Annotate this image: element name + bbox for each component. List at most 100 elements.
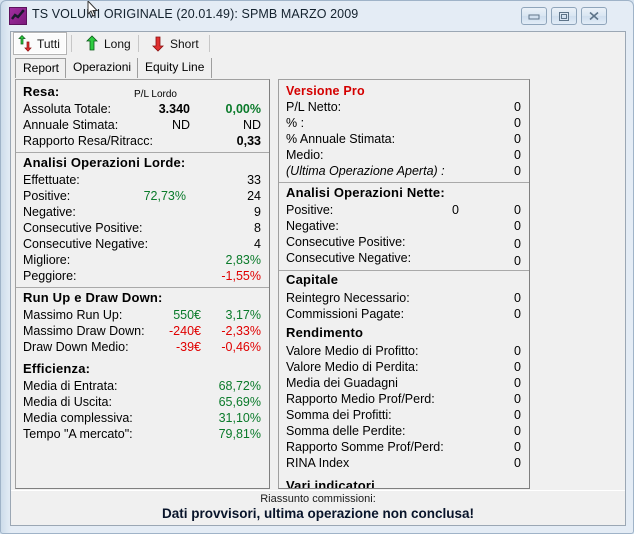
minimize-button[interactable]: [521, 7, 547, 25]
status-footer: Riassunto commissioni: Dati provvisori, …: [11, 490, 625, 525]
row-label-media-dei-guadagni: Media dei Guadagni: [286, 376, 398, 390]
row-value-assoluta-totale: 0,00%: [225, 102, 261, 116]
toolbar-separator-3: [209, 35, 210, 52]
group-header-efficienza: Efficienza:: [23, 361, 91, 376]
row-label-valore-medio-profitto: Valore Medio di Profitto:: [286, 344, 419, 358]
row-label-massimo-run-up: Massimo Run Up:: [23, 308, 123, 322]
row-label-nette-positive: Positive:: [286, 203, 334, 217]
row-value-peggiore: -1,55%: [221, 269, 261, 283]
row-value-nette-negative: 0: [514, 219, 521, 233]
row-value-nette-positive: 0: [514, 203, 521, 217]
row-label-somma-delle-perdite: Somma delle Perdite:: [286, 424, 406, 438]
row-label-positive: Positive:: [23, 189, 71, 203]
row-label-commissioni-pagate: Commissioni Pagate:: [286, 307, 405, 321]
row-label-nette-negative: Negative:: [286, 219, 339, 233]
row-label-valore-medio-perdita: Valore Medio di Perdita:: [286, 360, 419, 374]
application-window: TS VOLUMI ORIGINALE (20.01.49): SPMB MAR…: [0, 0, 634, 534]
row-value-rapporto-somme-prof-perd: 0: [514, 440, 521, 454]
toolbar-button-short[interactable]: Short: [147, 32, 205, 55]
footer-subtitle: Riassunto commissioni:: [260, 493, 376, 505]
window-title: TS VOLUMI ORIGINALE (20.01.49): SPMB MAR…: [32, 7, 359, 21]
toolbar-button-short-label: Short: [170, 36, 199, 51]
chart-line-icon: [9, 7, 27, 25]
title-bar: TS VOLUMI ORIGINALE (20.01.49): SPMB MAR…: [1, 0, 634, 31]
row-value-annuale-stimata: ND: [242, 118, 261, 132]
tab-equity-line[interactable]: Equity Line: [137, 58, 213, 78]
row-label-consecutive-negative: Consecutive Negative:: [23, 237, 149, 251]
row-value-media-dei-guadagni: 0: [514, 376, 521, 390]
row-value-tempo-a-mercato: 79,81%: [218, 427, 261, 441]
row-label-percent: % :: [286, 116, 305, 130]
row-value-somma-dei-profitti: 0: [514, 408, 521, 422]
gross-statistics-panel: Resa: P/L Lordo Assoluta Totale: 3.340 0…: [15, 79, 270, 489]
group-header-run-up-draw-down: Run Up e Draw Down:: [23, 290, 163, 305]
row-mid-draw-down-medio: -39€: [175, 340, 201, 354]
group-header-analisi-operazioni-lorde: Analisi Operazioni Lorde:: [23, 155, 186, 170]
group-header-versione-pro: Versione Pro: [286, 84, 365, 98]
row-value-somma-delle-perdite: 0: [514, 424, 521, 438]
group-header-capitale: Capitale: [286, 272, 339, 287]
row-label-migliore: Migliore:: [23, 253, 71, 267]
toolbar-button-tutti[interactable]: Tutti: [13, 32, 67, 55]
row-value-effettuate: 33: [247, 173, 261, 187]
row-label-media-di-entrata: Media di Entrata:: [23, 379, 118, 393]
tab-report[interactable]: Report: [15, 58, 68, 78]
row-label-rapporto-medio-prof-perd: Rapporto Medio Prof/Perd:: [286, 392, 435, 406]
row-value-rapporto-resa-ritracc: 0,33: [236, 134, 261, 148]
toolbar-button-long[interactable]: Long: [81, 32, 137, 55]
close-button[interactable]: [581, 7, 607, 25]
up-arrow-green-icon: [84, 35, 100, 52]
row-label-medio: Medio:: [286, 148, 324, 162]
tab-report-label: Report: [23, 61, 60, 75]
group-divider-2: [16, 287, 269, 288]
row-label-somma-dei-profitti: Somma dei Profitti:: [286, 408, 392, 422]
down-arrow-red-icon: [150, 35, 166, 52]
row-value-media-di-entrata: 68,72%: [218, 379, 261, 393]
both-arrows-icon: [17, 35, 33, 52]
group-header-vari-indicatori: Vari indicatori: [286, 478, 375, 489]
row-label-ultima-operazione-aperta: (Ultima Operazione Aperta) :: [286, 164, 445, 178]
net-statistics-panel: Versione Pro P/L Netto: 0 % : 0 % Annual…: [278, 79, 530, 489]
row-value-draw-down-medio: -0,46%: [221, 340, 261, 354]
row-label-peggiore: Peggiore:: [23, 269, 77, 283]
group-header-analisi-operazioni-nette: Analisi Operazioni Nette:: [286, 185, 445, 200]
group-header-resa: Resa:: [23, 84, 60, 99]
restore-button[interactable]: [551, 7, 577, 25]
row-value-percent: 0: [514, 116, 521, 130]
toolbar-separator-2: [138, 35, 139, 52]
row-mid-massimo-run-up: 550€: [173, 308, 201, 322]
row-label-nette-consecutive-negative: Consecutive Negative:: [286, 251, 412, 265]
filter-toolbar: Tutti Long Short: [11, 32, 625, 56]
tab-operazioni-label: Operazioni: [73, 60, 132, 74]
row-label-annuale-stimata: Annuale Stimata:: [23, 118, 119, 132]
toolbar-button-tutti-label: Tutti: [37, 36, 60, 51]
row-value-consecutive-negative: 4: [254, 237, 261, 251]
row-value-positive: 24: [247, 189, 261, 203]
row-label-negative: Negative:: [23, 205, 76, 219]
row-value-consecutive-positive: 8: [254, 221, 261, 235]
group-divider-1: [16, 152, 269, 153]
row-label-tempo-a-mercato: Tempo "A mercato":: [23, 427, 133, 441]
row-label-rina-index: RINA Index: [286, 456, 350, 470]
tab-strip: Report Operazioni Equity Line: [15, 58, 621, 79]
toolbar-button-long-label: Long: [104, 36, 131, 51]
row-label-reintegro-necessario: Reintegro Necessario:: [286, 291, 410, 305]
row-value-percent-annuale-stimata: 0: [514, 132, 521, 146]
row-value-valore-medio-profitto: 0: [514, 344, 521, 358]
row-value-medio: 0: [514, 148, 521, 162]
row-value-rina-index: 0: [514, 456, 521, 470]
row-value-rapporto-medio-prof-perd: 0: [514, 392, 521, 406]
row-value-nette-consecutive-positive: 0: [514, 237, 521, 251]
row-label-assoluta-totale: Assoluta Totale:: [23, 102, 112, 116]
row-mid-massimo-draw-down: -240€: [169, 324, 201, 338]
row-value-nette-consecutive-negative: 0: [514, 254, 521, 268]
tab-operazioni[interactable]: Operazioni: [65, 58, 140, 78]
row-value-ultima-operazione-aperta: 0: [514, 164, 521, 178]
row-label-media-complessiva: Media complessiva:: [23, 411, 133, 425]
row-value-reintegro-necessario: 0: [514, 291, 521, 305]
row-label-rapporto-resa-ritracc: Rapporto Resa/Ritracc:: [23, 134, 153, 148]
row-label-nette-consecutive-positive: Consecutive Positive:: [286, 235, 406, 249]
row-value-negative: 9: [254, 205, 261, 219]
row-value-pl-netto: 0: [514, 100, 521, 114]
toolbar-separator-1: [71, 35, 72, 52]
